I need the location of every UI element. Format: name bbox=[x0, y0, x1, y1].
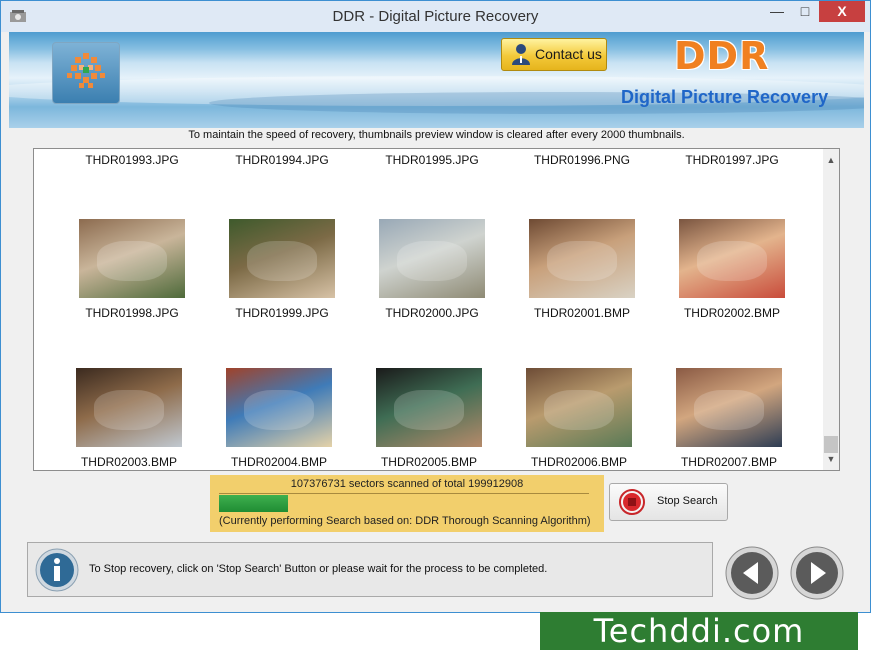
thumbnail-item[interactable]: THDR01999.JPG bbox=[207, 219, 357, 320]
thumbnail-image bbox=[526, 368, 632, 447]
thumbnail-item[interactable]: THDR01995.JPG bbox=[357, 153, 507, 167]
thumbnail-item[interactable]: THDR02005.BMP bbox=[354, 368, 504, 469]
thumbnail-image bbox=[676, 368, 782, 447]
thumbnail-filename: THDR02006.BMP bbox=[530, 455, 628, 469]
app-logo bbox=[52, 42, 120, 104]
thumbnail-item[interactable]: THDR02002.BMP bbox=[657, 219, 807, 320]
scroll-up-arrow-icon[interactable]: ▲ bbox=[823, 152, 839, 168]
thumbnail-filename: THDR01997.JPG bbox=[685, 153, 779, 167]
stop-search-label: Stop Search bbox=[657, 495, 718, 507]
thumbnail-item[interactable]: THDR02003.BMP bbox=[54, 368, 204, 469]
progress-bar bbox=[219, 493, 589, 512]
brand-logo: DDR bbox=[674, 34, 770, 78]
contact-us-button[interactable]: Contact us bbox=[501, 38, 607, 71]
thumbnail-filename: THDR02005.BMP bbox=[380, 455, 478, 469]
thumbnail-item[interactable]: THDR02004.BMP bbox=[204, 368, 354, 469]
flower-logo-icon bbox=[67, 53, 105, 88]
person-icon bbox=[512, 44, 530, 65]
scan-progress-panel: 107376731 sectors scanned of total 19991… bbox=[210, 475, 604, 532]
main-window: DDR - Digital Picture Recovery — □ X Con… bbox=[0, 0, 871, 613]
close-button[interactable]: X bbox=[819, 1, 865, 22]
thumbnail-image bbox=[79, 219, 185, 298]
thumbnail-image bbox=[529, 219, 635, 298]
thumbnail-filename: THDR01993.JPG bbox=[85, 153, 179, 167]
thumbnail-image bbox=[229, 219, 335, 298]
scroll-down-arrow-icon[interactable]: ▼ bbox=[823, 451, 839, 467]
thumbnail-filename: THDR02002.BMP bbox=[683, 306, 781, 320]
thumbnail-image bbox=[76, 368, 182, 447]
thumbnail-item[interactable]: THDR02007.BMP bbox=[654, 368, 804, 469]
thumbnail-item[interactable]: THDR01993.JPG bbox=[57, 153, 207, 167]
window-title: DDR - Digital Picture Recovery bbox=[332, 8, 539, 25]
thumbnail-filename: THDR02000.JPG bbox=[385, 306, 479, 320]
thumbnail-filename: THDR01998.JPG bbox=[85, 306, 179, 320]
thumbnail-filename: THDR01999.JPG bbox=[235, 306, 329, 320]
thumbnail-preview-panel[interactable]: THDR01993.JPG THDR01994.JPG THDR01995.JPG T… bbox=[33, 148, 840, 471]
scan-algorithm-text: (Currently performing Search based on: D… bbox=[219, 515, 591, 527]
thumbnail-notice: To maintain the speed of recovery, thumb… bbox=[188, 129, 685, 141]
header-banner: Contact us DDR Digital Picture Recovery bbox=[9, 32, 864, 128]
thumbnail-image bbox=[379, 219, 485, 298]
product-name: Digital Picture Recovery bbox=[621, 87, 829, 107]
title-bar: DDR - Digital Picture Recovery — □ X bbox=[1, 1, 870, 32]
thumbnail-filename: THDR01996.PNG bbox=[533, 153, 631, 167]
status-bar: To Stop recovery, click on 'Stop Search'… bbox=[27, 542, 713, 597]
thumbnail-filename: THDR02003.BMP bbox=[80, 455, 178, 469]
thumbnail-item[interactable]: THDR01998.JPG bbox=[57, 219, 207, 320]
thumbnail-filename: THDR01995.JPG bbox=[385, 153, 479, 167]
progress-bar-fill bbox=[219, 495, 288, 512]
thumbnail-image bbox=[679, 219, 785, 298]
thumbnail-filename: THDR02001.BMP bbox=[533, 306, 631, 320]
stop-search-button[interactable]: Stop Search bbox=[609, 483, 728, 521]
thumbnail-item[interactable]: THDR01994.JPG bbox=[207, 153, 357, 167]
thumbnail-filename: THDR01994.JPG bbox=[235, 153, 329, 167]
info-icon bbox=[35, 548, 79, 592]
back-arrow-icon[interactable] bbox=[725, 546, 779, 600]
thumbnail-image bbox=[226, 368, 332, 447]
stop-icon bbox=[619, 489, 645, 515]
sectors-scanned-text: 107376731 sectors scanned of total 19991… bbox=[290, 478, 524, 490]
next-arrow-icon[interactable] bbox=[790, 546, 844, 600]
status-message: To Stop recovery, click on 'Stop Search'… bbox=[89, 563, 548, 575]
maximize-button[interactable]: □ bbox=[791, 1, 819, 22]
thumbnail-filename: THDR02007.BMP bbox=[680, 455, 778, 469]
thumbnail-item[interactable]: THDR01996.PNG bbox=[507, 153, 657, 167]
thumbnail-filename: THDR02004.BMP bbox=[230, 455, 328, 469]
thumbnail-item[interactable]: THDR02000.JPG bbox=[357, 219, 507, 320]
watermark: Techddi.com bbox=[540, 612, 858, 650]
thumbnail-item[interactable]: THDR02006.BMP bbox=[504, 368, 654, 469]
minimize-button[interactable]: — bbox=[763, 1, 791, 22]
thumbnail-item[interactable]: THDR01997.JPG bbox=[657, 153, 807, 167]
thumbnail-image bbox=[376, 368, 482, 447]
vertical-scrollbar[interactable]: ▲ ▼ bbox=[823, 149, 839, 470]
contact-us-label: Contact us bbox=[535, 46, 602, 62]
thumbnail-item[interactable]: THDR02001.BMP bbox=[507, 219, 657, 320]
